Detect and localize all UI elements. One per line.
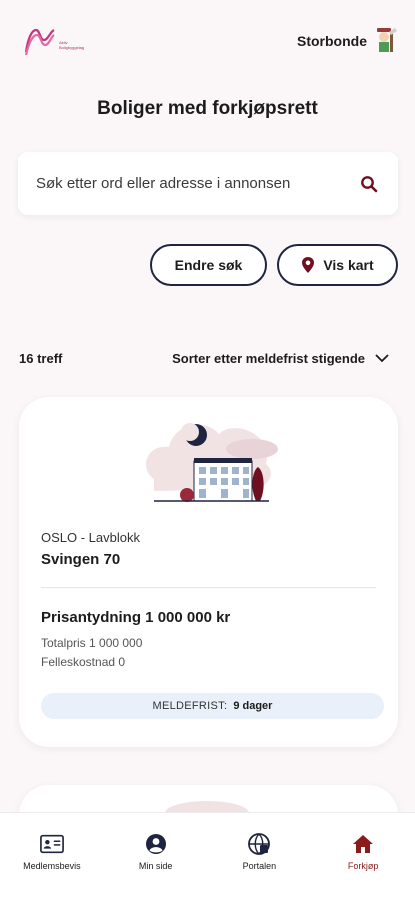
- listing-location: OSLO - Lavblokk: [41, 530, 140, 545]
- user-profile[interactable]: Storbonde: [297, 26, 399, 56]
- page-title: Boliger med forkjøpsrett: [97, 98, 318, 119]
- edit-search-label: Endre søk: [174, 257, 243, 273]
- listing-card[interactable]: OSLO - Lavblokk Svingen 70 Prisantydning…: [19, 397, 398, 747]
- user-name: Storbonde: [297, 33, 367, 49]
- portal-icon: [247, 833, 271, 855]
- search-icon[interactable]: [360, 175, 378, 193]
- member-card-icon: [39, 833, 64, 855]
- listing-total-price: Totalpris 1 000 000: [41, 636, 143, 650]
- deadline-label: MELDEFRIST:: [152, 700, 228, 712]
- nav-item-min-side[interactable]: Min side: [104, 813, 208, 900]
- sort-dropdown[interactable]: Sorter etter meldefrist stigende: [172, 351, 389, 366]
- app-header: Aktiv Boligbyggelag Storbonde: [0, 0, 415, 80]
- building-illustration: [146, 423, 278, 502]
- brand-logo[interactable]: Aktiv Boligbyggelag: [24, 24, 106, 58]
- nav-label: Medlemsbevis: [23, 861, 81, 871]
- nav-item-portalen[interactable]: Portalen: [208, 813, 312, 900]
- home-icon: [351, 833, 375, 855]
- show-map-button[interactable]: Vis kart: [277, 244, 398, 286]
- user-circle-icon: [144, 833, 168, 855]
- show-map-label: Vis kart: [323, 257, 374, 273]
- map-pin-icon: [302, 257, 315, 273]
- nav-item-medlemsbevis[interactable]: Medlemsbevis: [0, 813, 104, 900]
- deadline-badge: MELDEFRIST: 9 dager: [41, 693, 384, 719]
- logo-icon: [24, 28, 55, 56]
- edit-search-button[interactable]: Endre søk: [150, 244, 267, 286]
- nav-label: Forkjøp: [347, 861, 379, 871]
- card-divider: [41, 587, 376, 588]
- search-box[interactable]: [18, 152, 398, 215]
- avatar: [377, 28, 397, 52]
- bottom-navigation: Medlemsbevis Min side Portalen Forkjøp: [0, 812, 415, 900]
- listing-address: Svingen 70: [41, 551, 121, 568]
- nav-label: Min side: [138, 861, 173, 871]
- deadline-value: 9 dager: [233, 700, 273, 712]
- search-input[interactable]: [36, 175, 360, 192]
- chevron-down-icon: [375, 354, 389, 363]
- logo-text-line2: Boligbyggelag: [59, 45, 85, 50]
- nav-item-forkjop[interactable]: Forkjøp: [311, 813, 415, 900]
- sort-label: Sorter etter meldefrist stigende: [172, 351, 365, 366]
- result-count: 16 treff: [19, 351, 63, 366]
- nav-label: Portalen: [242, 861, 277, 871]
- listing-common-cost: Felleskostnad 0: [41, 655, 126, 669]
- listing-price: Prisantydning 1 000 000 kr: [41, 609, 231, 626]
